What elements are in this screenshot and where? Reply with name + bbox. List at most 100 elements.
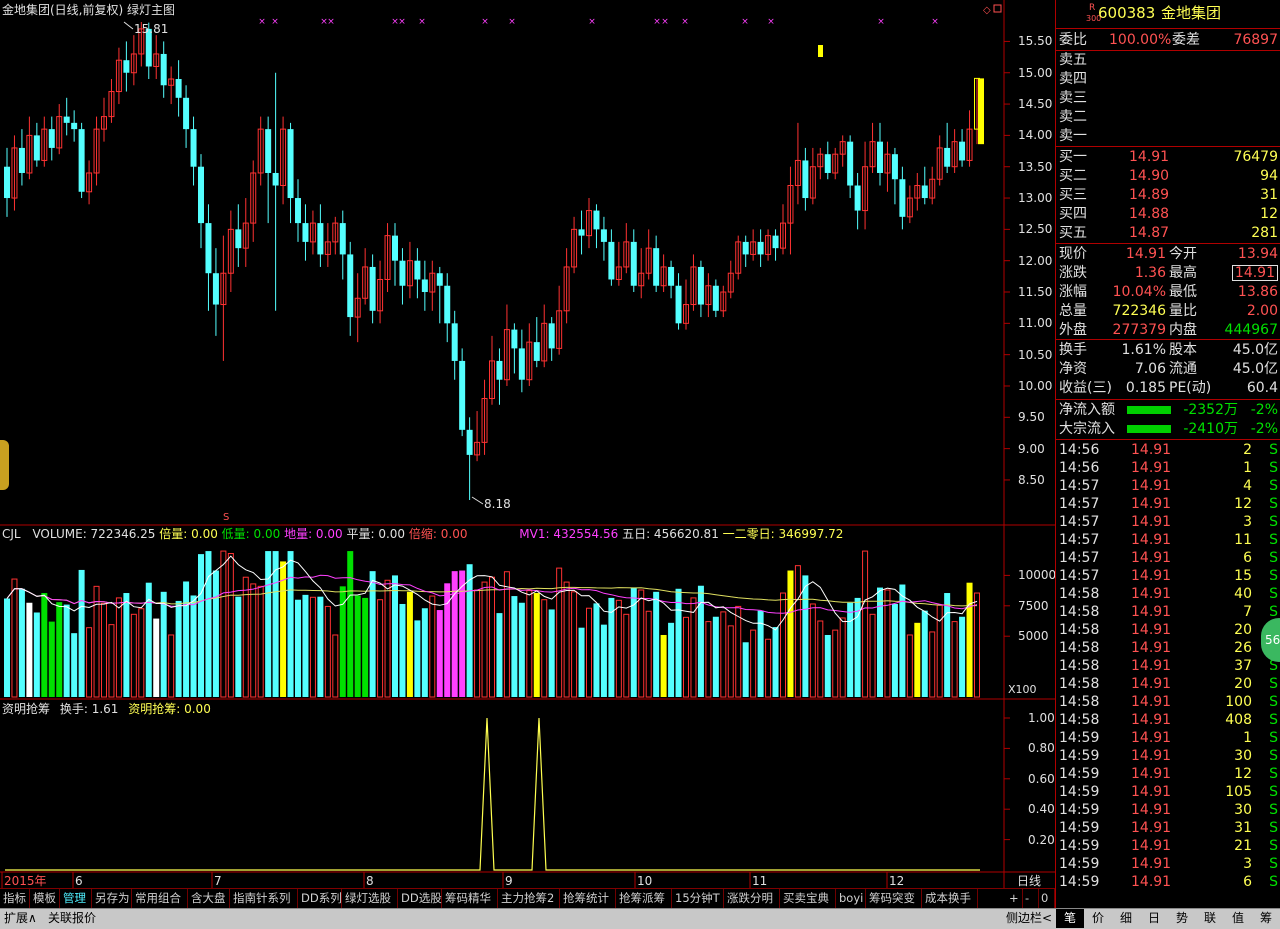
ask-label: 卖二 [1059,109,1087,125]
tick-row: 14:58 14.91 40 S [1059,586,1278,602]
toolbar-item[interactable]: 成本换手 [922,889,978,908]
toolbar-item[interactable]: 主力抢筹2 [498,889,560,908]
diamond-icon: ◇ [983,5,991,16]
candle [675,285,682,324]
price-tick-label: 14.50 [1018,97,1053,112]
indicator-toolbar: 指标 模板 管理 另存为 常用组合 含大盘 指南针系列 DD系列 绿灯选股 DD选股 筹码精华 主力抢… [0,888,1055,909]
volume-bar [153,618,160,697]
signal-x-mark: × [481,17,489,27]
toolbar-item[interactable]: 另存为 [92,889,132,908]
volume-bar [392,575,398,697]
toolbar-item[interactable]: 15分钟T [672,889,724,908]
volume-bar [78,569,85,697]
volume-bar [653,591,660,697]
tick-row: 14:5814.9120S [1059,676,1278,692]
volume-bar [787,570,794,697]
volume-bar [712,616,719,697]
volume-bar [869,613,876,698]
toolbar-zoom-button[interactable]: - [1022,889,1039,908]
volume-bar [369,571,376,697]
toolbar-item[interactable]: 绿灯选股 [342,889,398,908]
signal-x-mark: × [741,17,749,27]
toolbar-item[interactable]: 筹码精华 [442,889,498,908]
candle [496,360,503,380]
panel-tab[interactable]: 价 [1084,909,1112,928]
expand-button[interactable]: 扩展∧ [4,910,37,927]
tick-row: 14:59 14.91 30 S [1059,748,1278,764]
panel-tab[interactable]: 值 [1224,909,1252,928]
volume-bar [474,589,481,698]
candle [48,129,55,148]
toolbar-item[interactable]: 筹码突变 [866,889,922,908]
toolbar-zoom-button[interactable]: 0 [1038,889,1055,908]
candle [421,279,428,293]
stock-code: 600383 [1098,4,1156,22]
sidebar-toggle[interactable]: 侧边栏< [1006,910,1052,927]
flow-bar [1127,406,1171,414]
volume-bar [481,581,488,698]
fundamental-row: 净资 7.06 流通 45.0亿 [1059,361,1278,377]
volume-bar [18,588,25,697]
bottom-bar: 扩展∧ 关联报价 侧边栏< 笔价细日势联值筹 [0,908,1280,929]
signal-x-mark: × [931,17,939,27]
volume-bar [839,617,846,698]
candle [272,172,279,186]
panel-tab[interactable]: 日 [1140,909,1168,928]
toolbar-item[interactable]: DD系列 [298,889,342,908]
bid-row: 买二 14.90 94 [1059,168,1278,184]
toolbar-item[interactable]: boyi [836,889,866,908]
volume-bar [832,629,839,698]
related-quote-button[interactable]: 关联报价 [48,910,96,927]
candle [392,235,398,261]
candle [824,154,831,173]
toolbar-item[interactable]: 模板 [30,889,60,908]
tick-row: 14:57 14.91 15 S [1059,568,1278,584]
panel-tab[interactable]: 筹 [1252,909,1280,928]
volume-bar [630,587,637,697]
panel-tab[interactable]: 细 [1112,909,1140,928]
toolbar-item[interactable]: 抢筹统计 [560,889,616,908]
bid-row: 买四 14.88 12 [1059,206,1278,222]
expand-tab[interactable] [0,440,9,490]
volume-bar [257,585,264,698]
candle [899,179,906,217]
bid-row: 买三 14.89 31 [1059,187,1278,203]
candle [190,129,197,167]
volume-bar [354,595,361,697]
volume-bar [593,603,600,697]
kline-chart-area[interactable]: × × × × × × × × × × × × × × × × ×◇ [0,0,1055,888]
candle [959,141,966,161]
panel-tab[interactable]: 势 [1168,909,1196,928]
toolbar-zoom-button[interactable]: + [1006,889,1023,908]
tick-row: 14:57 14.91 12 S [1059,496,1278,512]
fundamental-row: 换手 1.61% 股本 45.0亿 [1059,342,1278,358]
signal-x-mark: × [327,17,335,27]
volume-bar [406,591,413,697]
volume-bar [526,590,533,698]
volume-bar [765,638,772,698]
toolbar-item[interactable]: 抢筹派筹 [616,889,672,908]
tick-row: 14:5814.9126S [1059,640,1278,656]
volume-bar [750,629,757,698]
toolbar-item[interactable]: 含大盘 [188,889,230,908]
toolbar-item[interactable]: 指南针系列 [230,889,298,908]
toolbar-item[interactable]: 管理 [60,889,92,908]
toolbar-item[interactable]: 涨跌分明 [724,889,780,908]
period-label[interactable]: 日线 [1017,874,1041,888]
toolbar-item[interactable]: 常用组合 [132,889,188,908]
panel-tab[interactable]: 联 [1196,909,1224,928]
toolbar-item[interactable]: 指标 [0,889,30,908]
stock-name: 金地集团 [1161,4,1222,22]
candle [302,223,309,242]
volume-bar [906,634,913,698]
candle [847,141,854,186]
volume-bar [623,613,630,698]
candle [653,248,660,286]
volume-bar [511,596,518,697]
panel-tab[interactable]: 笔 [1056,909,1084,928]
toolbar-item[interactable]: DD选股 [398,889,442,908]
ask-row: 卖三 [1059,89,1278,107]
volume-bar [56,602,63,697]
signal-x-mark: × [877,17,885,27]
toolbar-item[interactable]: 买卖宝典 [780,889,836,908]
